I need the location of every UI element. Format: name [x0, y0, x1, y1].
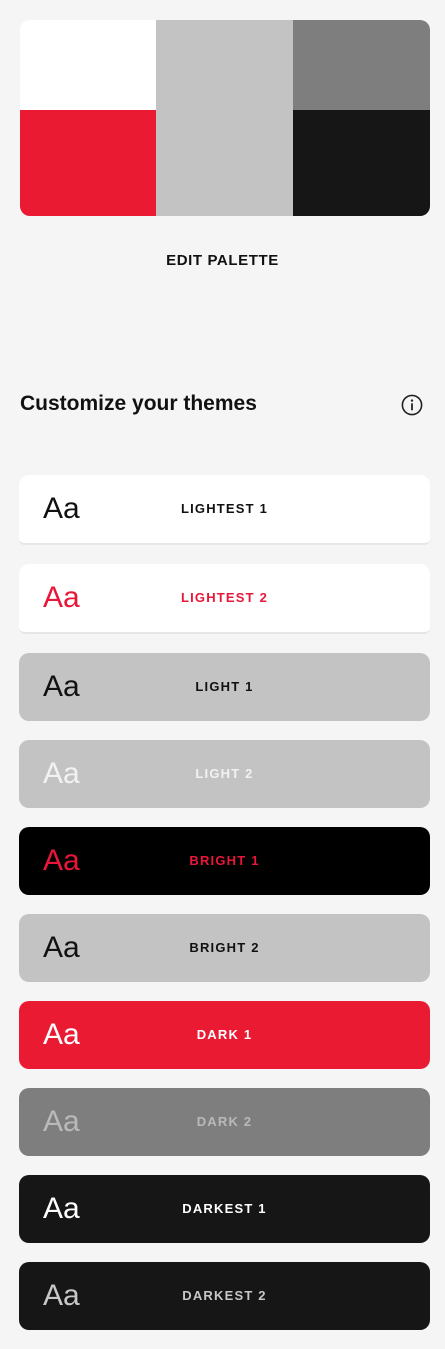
swatch-light-gray [156, 20, 293, 216]
theme-label: LIGHTEST 1 [180, 501, 269, 516]
theme-option[interactable]: Aa LIGHTEST 1 [19, 475, 430, 545]
theme-option[interactable]: Aa BRIGHT 1 [19, 827, 430, 895]
theme-label: DARK 1 [196, 1027, 253, 1042]
swatch-white [20, 20, 156, 110]
theme-label: DARK 2 [196, 1114, 253, 1129]
swatch-dark-gray [293, 20, 430, 110]
section-title: Customize your themes [20, 392, 257, 415]
color-palette-preview[interactable] [20, 20, 430, 216]
theme-option[interactable]: Aa DARKEST 1 [19, 1175, 430, 1243]
theme-label: LIGHT 2 [195, 766, 254, 781]
theme-option[interactable]: Aa LIGHTEST 2 [19, 564, 430, 634]
theme-option[interactable]: Aa LIGHT 1 [19, 653, 430, 721]
theme-label: DARKEST 2 [182, 1288, 267, 1303]
theme-list: Aa LIGHTEST 1 Aa LIGHTEST 2 Aa LIGHT 1 Aa LIGHT… [19, 475, 430, 1349]
theme-label: LIGHT 1 [195, 679, 254, 694]
info-icon[interactable] [401, 394, 423, 416]
theme-label: LIGHTEST 2 [180, 590, 269, 605]
theme-option[interactable]: Aa BRIGHT 2 [19, 914, 430, 982]
swatch-black [293, 110, 430, 216]
theme-option[interactable]: Aa DARKEST 2 [19, 1262, 430, 1330]
theme-option[interactable]: Aa DARK 2 [19, 1088, 430, 1156]
theme-label: DARKEST 1 [182, 1201, 267, 1216]
theme-option[interactable]: Aa DARK 1 [19, 1001, 430, 1069]
edit-palette-button[interactable]: EDIT PALETTE [0, 252, 445, 269]
theme-label: BRIGHT 1 [189, 853, 260, 868]
swatch-red [20, 110, 156, 216]
theme-option[interactable]: Aa LIGHT 2 [19, 740, 430, 808]
theme-label: BRIGHT 2 [189, 940, 260, 955]
